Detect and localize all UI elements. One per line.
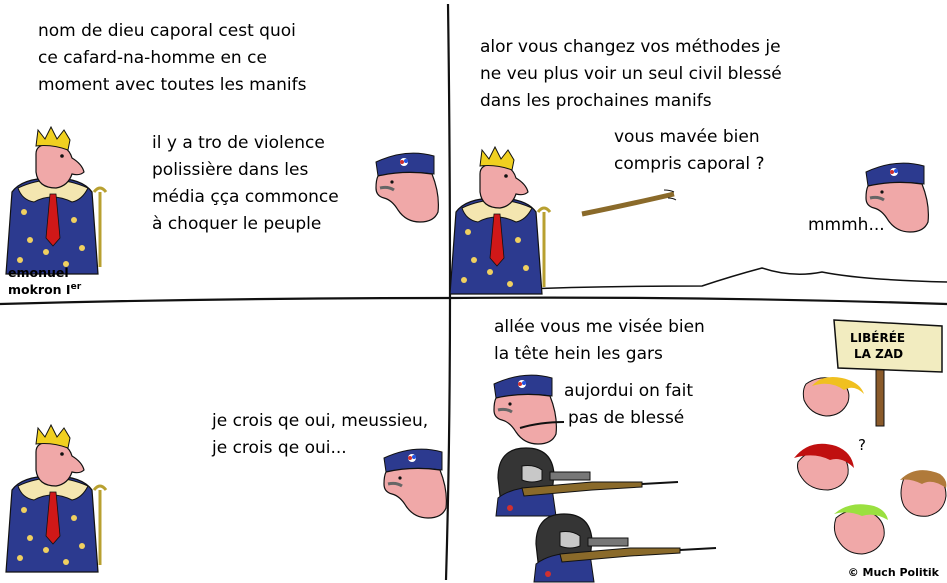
sniper-1	[495, 447, 679, 517]
king-speech-panel2: alor vous changez vos méthodes je ne veu…	[480, 34, 782, 115]
speech-line: ne veu plus voir un seul civil blessé	[480, 64, 782, 84]
caporal-speech-panel3: je crois qe oui, meussieu, je crois qe o…	[212, 408, 428, 462]
protest-sign-text: LIBÉRÉE LA ZAD	[850, 330, 905, 362]
sniper-2	[533, 513, 717, 583]
sign-line: LIBÉRÉE	[850, 331, 906, 345]
protester-head-red	[794, 443, 854, 491]
speech-line: aujordui on fait	[564, 381, 694, 401]
caption-line: emonuel	[8, 265, 69, 280]
caption-line: mokron Ier	[8, 280, 81, 297]
credit-label: © Much Politik	[847, 566, 939, 579]
speech-line: alor vous changez vos méthodes je	[480, 37, 781, 57]
speech-line: la tête hein les gars	[494, 344, 663, 364]
king-question-panel2: vous mavée bien compris caporal ?	[614, 124, 765, 178]
caporal-speech-panel2: mmmh...	[808, 215, 885, 235]
king-figure-panel3	[4, 423, 108, 574]
caption-sup: er	[70, 282, 82, 292]
protester-head-brown	[900, 470, 947, 517]
king-figure-panel1	[4, 125, 108, 276]
caporal-order-panel4: allée vous me visée bien la tête hein le…	[494, 314, 705, 368]
speech-line: dans les prochaines manifs	[480, 91, 712, 111]
speech-line: allée vous me visée bien	[494, 317, 705, 337]
king-caption: emonuel mokron Ier	[8, 266, 81, 297]
caption-text: mokron I	[8, 282, 71, 298]
speech-line: média çça commonce	[152, 187, 339, 207]
king-figure-panel2	[448, 145, 552, 296]
king-speech-panel1: nom de dieu caporal cest quoi ce cafard-…	[38, 18, 307, 99]
speech-line: polissière dans les	[152, 160, 309, 180]
sign-line: LA ZAD	[854, 347, 904, 361]
protester-head-blonde	[802, 377, 864, 417]
speech-line: il y a tro de violence	[152, 133, 325, 153]
caporal-head-panel1	[374, 151, 440, 224]
caporal-note-panel4: aujordui on fait pas de blessé	[564, 378, 693, 432]
speech-line: ce cafard-na-homme en ce	[38, 48, 267, 68]
baton	[581, 191, 675, 217]
speech-line: moment avec toutes les manifs	[38, 75, 307, 95]
speech-line: à choquer le peuple	[152, 214, 322, 234]
question-mark: ?	[858, 436, 866, 454]
caporal-speech-panel1: il y a tro de violence polissière dans l…	[152, 130, 339, 238]
speech-line: vous mavée bien	[614, 127, 760, 147]
protester-head-green	[833, 504, 888, 555]
panel-divider-horizontal	[0, 296, 947, 306]
caporal-head-panel4	[492, 373, 558, 446]
speech-line: nom de dieu caporal cest quoi	[38, 21, 296, 41]
speech-line: je crois qe oui...	[212, 438, 347, 458]
speech-line: je crois qe oui, meussieu,	[212, 411, 429, 431]
speech-line: compris caporal ?	[614, 154, 765, 174]
speech-line: pas de blessé	[568, 408, 685, 428]
